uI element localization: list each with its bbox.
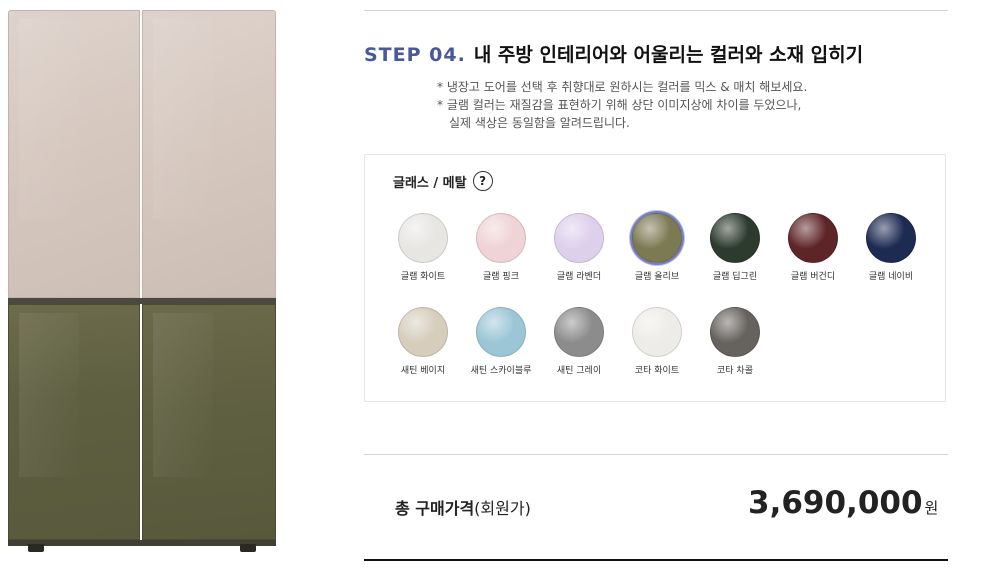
divider-bottom xyxy=(364,559,948,561)
swatch-chip[interactable] xyxy=(866,213,916,263)
swatch-chip[interactable] xyxy=(398,307,448,357)
swatch-label: 글램 라벤더 xyxy=(556,272,602,282)
swatch-label: 글램 핑크 xyxy=(483,272,519,282)
color-swatch[interactable]: 글램 올리브 xyxy=(617,213,697,282)
note-line: 실제 색상은 동일함을 알려드립니다. xyxy=(449,116,630,130)
swatch-label: 글램 화이트 xyxy=(400,272,446,282)
swatch-label: 글램 네이비 xyxy=(868,272,914,282)
swatch-chip[interactable] xyxy=(398,213,448,263)
color-swatch[interactable]: 코타 차콜 xyxy=(695,307,775,376)
step-number: STEP 04. xyxy=(364,44,466,66)
swatch-label: 글램 올리브 xyxy=(634,272,680,282)
swatch-label: 새틴 스카이블루 xyxy=(470,366,532,376)
color-swatch[interactable]: 새틴 그레이 xyxy=(539,307,619,376)
price-value: 3,690,000 xyxy=(748,485,923,521)
note-line: * 글램 컬러는 재질감을 표현하기 위해 상단 이미지상에 차이를 두었으나, xyxy=(437,98,802,112)
swatch-label: 코타 화이트 xyxy=(634,366,680,376)
total-label: 총 구매가격 xyxy=(395,499,475,518)
swatch-chip[interactable] xyxy=(554,307,604,357)
swatch-label: 글램 버건디 xyxy=(790,272,836,282)
swatch-chip[interactable] xyxy=(710,213,760,263)
swatch-chip[interactable] xyxy=(788,213,838,263)
step-title: 내 주방 인테리어와 어울리는 컬러와 소재 입히기 xyxy=(473,44,864,66)
swatch-label: 코타 차콜 xyxy=(717,366,753,376)
swatch-chip[interactable] xyxy=(632,307,682,357)
color-swatch[interactable]: 글램 라벤더 xyxy=(539,213,619,282)
color-swatch[interactable]: 글램 화이트 xyxy=(383,213,463,282)
door-bottom-right[interactable] xyxy=(142,304,276,540)
color-swatch[interactable]: 글램 버건디 xyxy=(773,213,853,282)
price-currency: 원 xyxy=(924,499,939,517)
question-circle-icon[interactable]: ? xyxy=(472,171,493,191)
divider-middle xyxy=(364,454,948,455)
divider-top xyxy=(364,10,948,11)
swatch-label: 글램 딥그린 xyxy=(712,272,758,282)
total-label-sub: (회원가) xyxy=(474,499,531,518)
color-swatch[interactable]: 글램 네이비 xyxy=(851,213,931,282)
total-price-label: 총 구매가격(회원가) xyxy=(395,495,531,519)
color-swatch[interactable]: 새틴 베이지 xyxy=(383,307,463,376)
color-swatch[interactable]: 코타 화이트 xyxy=(617,307,697,376)
swatch-chip[interactable] xyxy=(710,307,760,357)
swatch-chip[interactable] xyxy=(554,213,604,263)
notes-block: * 냉장고 도어를 선택 후 취향대로 원하시는 컬러를 믹스 & 매치 해보세… xyxy=(437,78,807,132)
swatch-chip[interactable] xyxy=(476,213,526,263)
swatch-chip[interactable] xyxy=(632,213,682,263)
swatch-chip[interactable] xyxy=(476,307,526,357)
total-price: 3,690,000 원 xyxy=(748,485,938,521)
color-swatch[interactable]: 글램 딥그린 xyxy=(695,213,775,282)
fridge-foot-right xyxy=(240,544,256,552)
note-line: * 냉장고 도어를 선택 후 취향대로 원하시는 컬러를 믹스 & 매치 해보세… xyxy=(437,80,808,94)
palette-header: 글래스 / 메탈 ? xyxy=(393,171,493,191)
step-heading: STEP 04. 내 주방 인테리어와 어울리는 컬러와 소재 입히기 xyxy=(364,40,863,67)
door-top-left[interactable] xyxy=(8,10,140,298)
fridge-base xyxy=(8,540,276,546)
color-palette-card: 글래스 / 메탈 ? 글램 화이트 글램 핑크 글램 라벤더 글램 올리브 글램 딥그린… xyxy=(364,154,946,402)
swatch-label: 새틴 그레이 xyxy=(556,366,602,376)
color-swatch[interactable]: 새틴 스카이블루 xyxy=(461,307,541,376)
door-top-right[interactable] xyxy=(142,10,276,298)
door-bottom-left[interactable] xyxy=(8,304,140,540)
fridge-foot-left xyxy=(28,544,44,552)
color-swatch[interactable]: 글램 핑크 xyxy=(461,213,541,282)
palette-title: 글래스 / 메탈 xyxy=(393,175,467,191)
fridge-preview xyxy=(8,10,276,552)
swatch-label: 새틴 베이지 xyxy=(400,366,446,376)
